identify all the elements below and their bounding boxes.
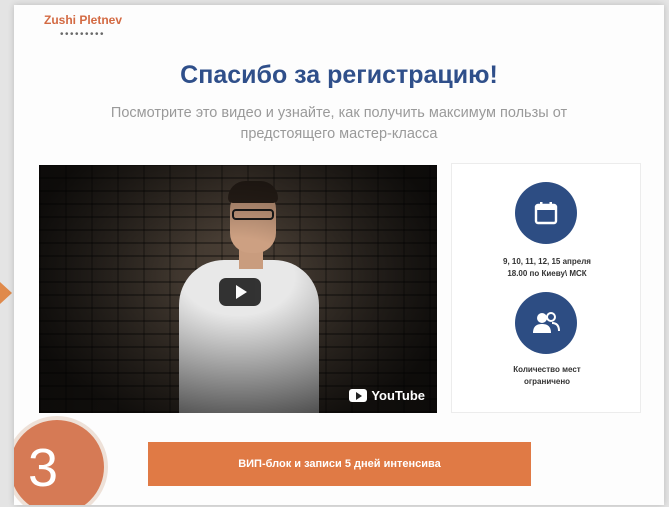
play-button[interactable] [219, 278, 261, 306]
video-player[interactable]: YouTube [39, 165, 437, 413]
subtitle-line-1: Посмотрите это видео и узнайте, как полу… [110, 105, 568, 121]
step-number: 3 [28, 438, 59, 498]
event-info-card: 9, 10, 11, 12, 15 апреля 18.00 по Киеву\… [451, 163, 641, 413]
event-dates-line-1: 9, 10, 11, 12, 15 апреля [503, 257, 591, 266]
logo[interactable]: Zushi Pletnev [44, 13, 122, 27]
youtube-badge[interactable]: YouTube [349, 388, 425, 403]
page-subtitle: Посмотрите это видео и узнайте, как полу… [44, 103, 634, 145]
youtube-icon [349, 389, 368, 402]
vip-block-button[interactable]: ВИП-блок и записи 5 дней интенсива [148, 442, 531, 486]
logo-dots: ••••••••• [60, 29, 106, 40]
event-dates-line-2: 18.00 по Киеву\ МСК [507, 269, 587, 278]
seats-line-1: Количество мест [513, 365, 581, 374]
event-dates: 9, 10, 11, 12, 15 апреля 18.00 по Киеву\… [462, 256, 632, 280]
landing-page: Zushi Pletnev ••••••••• Спасибо за регис… [14, 5, 664, 505]
subtitle-line-2: предстоящего мастер-класса [240, 126, 438, 142]
page-title: Спасибо за регистрацию! [180, 61, 498, 89]
seats-limited-note: Количество мест ограничено [462, 364, 632, 388]
youtube-label: YouTube [371, 388, 425, 403]
seats-line-2: ограничено [523, 377, 571, 386]
users-icon [515, 292, 577, 354]
calendar-icon [515, 182, 577, 244]
pointer-arrow-icon [0, 282, 12, 304]
